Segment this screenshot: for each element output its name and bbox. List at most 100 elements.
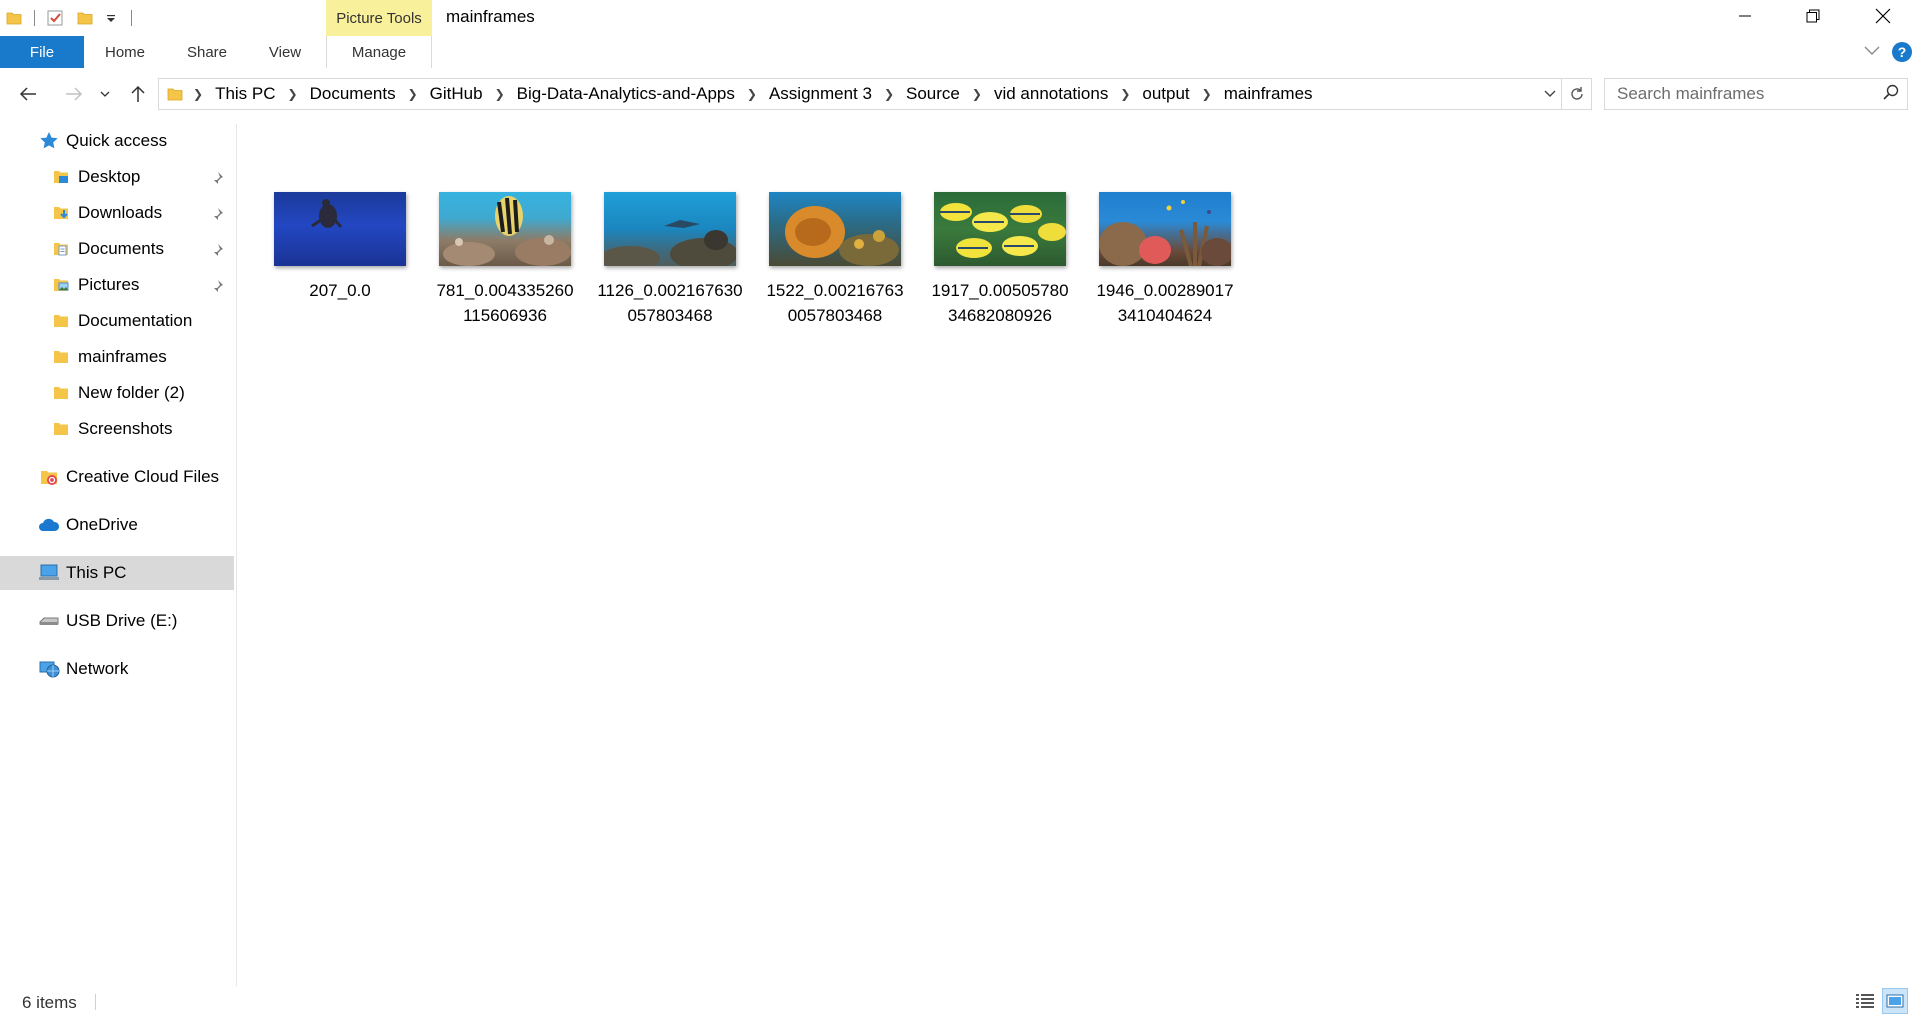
image-thumbnail	[1099, 192, 1231, 266]
chevron-right-icon[interactable]: ❯	[1120, 87, 1130, 101]
window-title: mainframes	[446, 7, 535, 26]
ribbon-right-controls: ?	[1864, 42, 1912, 62]
file-name: 1126_0.002167630057803468	[597, 281, 743, 325]
search-box[interactable]	[1604, 78, 1908, 110]
close-button[interactable]	[1860, 0, 1906, 32]
back-button[interactable]	[14, 76, 42, 112]
chevron-right-icon[interactable]: ❯	[1202, 87, 1212, 101]
nav-item-label: Documents	[78, 239, 164, 258]
properties-icon[interactable]	[45, 8, 65, 28]
pictures-folder-icon	[50, 274, 72, 296]
documents-folder-icon	[50, 238, 72, 260]
desktop-folder-icon	[50, 166, 72, 188]
tab-manage[interactable]: Manage	[326, 36, 432, 68]
folder-icon	[167, 86, 183, 102]
help-icon[interactable]: ?	[1892, 42, 1912, 62]
creative-cloud-icon	[38, 466, 60, 488]
chevron-right-icon[interactable]: ❯	[288, 87, 298, 101]
tab-home[interactable]: Home	[96, 36, 154, 68]
search-icon[interactable]	[1883, 84, 1899, 105]
chevron-right-icon[interactable]: ❯	[408, 87, 418, 101]
file-name: 1522_0.002167630057803468	[766, 281, 904, 325]
file-tile[interactable]: 781_0.004335260115606936	[430, 192, 580, 332]
nav-item-documents[interactable]: Documents	[0, 232, 234, 266]
breadcrumb-item[interactable]: GitHub	[428, 84, 485, 104]
new-folder-icon[interactable]	[75, 8, 95, 28]
status-separator	[95, 994, 96, 1010]
address-bar[interactable]: ❯ This PC ❯ Documents ❯ GitHub ❯ Big-Dat…	[158, 78, 1562, 110]
breadcrumb-item[interactable]: vid annotations	[992, 84, 1110, 104]
search-input[interactable]	[1615, 83, 1883, 105]
file-tile[interactable]: 1522_0.002167630057803468	[760, 192, 910, 332]
nav-item-creative-cloud[interactable]: Creative Cloud Files	[0, 460, 234, 494]
file-tile[interactable]: 207_0.0	[265, 192, 415, 332]
ribbon-tab-bar: File Home Share View Manage ?	[0, 36, 1920, 68]
tab-view[interactable]: View	[258, 36, 312, 68]
folder-icon	[50, 346, 72, 368]
nav-item-mainframes[interactable]: mainframes	[0, 340, 234, 374]
nav-item-pictures[interactable]: Pictures	[0, 268, 234, 302]
breadcrumb-item[interactable]: mainframes	[1222, 84, 1315, 104]
image-thumbnail	[274, 192, 406, 266]
up-button[interactable]	[124, 76, 152, 112]
breadcrumb-item[interactable]: Documents	[308, 84, 398, 104]
refresh-button[interactable]	[1562, 78, 1592, 110]
pin-icon[interactable]	[210, 242, 224, 262]
nav-item-label: Quick access	[66, 131, 168, 150]
minimize-button[interactable]	[1722, 0, 1768, 32]
nav-item-label: Creative Cloud Files	[66, 467, 220, 486]
chevron-right-icon[interactable]: ❯	[972, 87, 982, 101]
chevron-right-icon[interactable]: ❯	[884, 87, 894, 101]
folder-icon	[50, 418, 72, 440]
breadcrumb-item[interactable]: This PC	[213, 84, 277, 104]
nav-item-label: This PC	[66, 563, 127, 582]
restore-button[interactable]	[1790, 0, 1836, 32]
chevron-right-icon[interactable]: ❯	[193, 87, 203, 101]
image-thumbnail	[769, 192, 901, 266]
file-tile[interactable]: 1126_0.002167630057803468	[595, 192, 745, 332]
chevron-right-icon[interactable]: ❯	[747, 87, 757, 101]
nav-item-usb-drive[interactable]: USB Drive (E:)	[0, 604, 234, 638]
nav-item-label: OneDrive	[66, 515, 138, 534]
breadcrumb-item[interactable]: Source	[904, 84, 962, 104]
forward-button[interactable]	[60, 76, 88, 112]
tab-file[interactable]: File	[0, 36, 84, 68]
nav-item-downloads[interactable]: Downloads	[0, 196, 234, 230]
pin-icon[interactable]	[210, 206, 224, 226]
breadcrumb: ❯ This PC ❯ Documents ❯ GitHub ❯ Big-Dat…	[183, 84, 1539, 104]
nav-item-screenshots[interactable]: Screenshots	[0, 412, 234, 446]
file-name: 1946_0.0028901734104046​24	[1096, 281, 1234, 325]
file-list-view: 207_0.0 781_0.004335260115606936 1126_0.…	[237, 124, 1920, 986]
nav-item-onedrive[interactable]: OneDrive	[0, 508, 234, 542]
file-tile[interactable]: 1917_0.0050578034682080926	[925, 192, 1075, 332]
nav-item-new-folder-2[interactable]: New folder (2)	[0, 376, 234, 410]
navigation-row: ❯ This PC ❯ Documents ❯ GitHub ❯ Big-Dat…	[0, 76, 1920, 112]
expand-ribbon-icon[interactable]	[1864, 43, 1880, 61]
tab-share[interactable]: Share	[178, 36, 236, 68]
nav-quick-access[interactable]: Quick access	[0, 124, 234, 158]
nav-item-network[interactable]: Network	[0, 652, 234, 686]
pin-icon[interactable]	[210, 170, 224, 190]
nav-item-label: Downloads	[78, 203, 163, 222]
address-dropdown-icon[interactable]	[1539, 90, 1561, 98]
file-tile[interactable]: 1946_0.0028901734104046​24	[1090, 192, 1240, 332]
nav-item-this-pc[interactable]: This PC	[0, 556, 234, 590]
recent-locations-button[interactable]	[96, 76, 114, 112]
image-thumbnail	[439, 192, 571, 266]
nav-item-label: mainframes	[78, 347, 167, 366]
breadcrumb-item[interactable]: Assignment 3	[767, 84, 874, 104]
breadcrumb-item[interactable]: Big-Data-Analytics-and-Apps	[515, 84, 737, 104]
nav-item-label: New folder (2)	[78, 383, 185, 402]
chevron-right-icon[interactable]: ❯	[495, 87, 505, 101]
nav-item-desktop[interactable]: Desktop	[0, 160, 234, 194]
breadcrumb-item[interactable]: output	[1140, 84, 1191, 104]
star-icon	[38, 130, 60, 152]
computer-icon	[38, 562, 60, 584]
customize-toolbar-icon[interactable]	[101, 8, 121, 28]
large-icons-view-button[interactable]	[1882, 988, 1908, 1014]
pin-icon[interactable]	[210, 278, 224, 298]
nav-item-documentation[interactable]: Documentation	[0, 304, 234, 338]
quick-access-toolbar	[4, 6, 142, 30]
usb-drive-icon	[38, 610, 60, 632]
details-view-button[interactable]	[1852, 988, 1878, 1014]
